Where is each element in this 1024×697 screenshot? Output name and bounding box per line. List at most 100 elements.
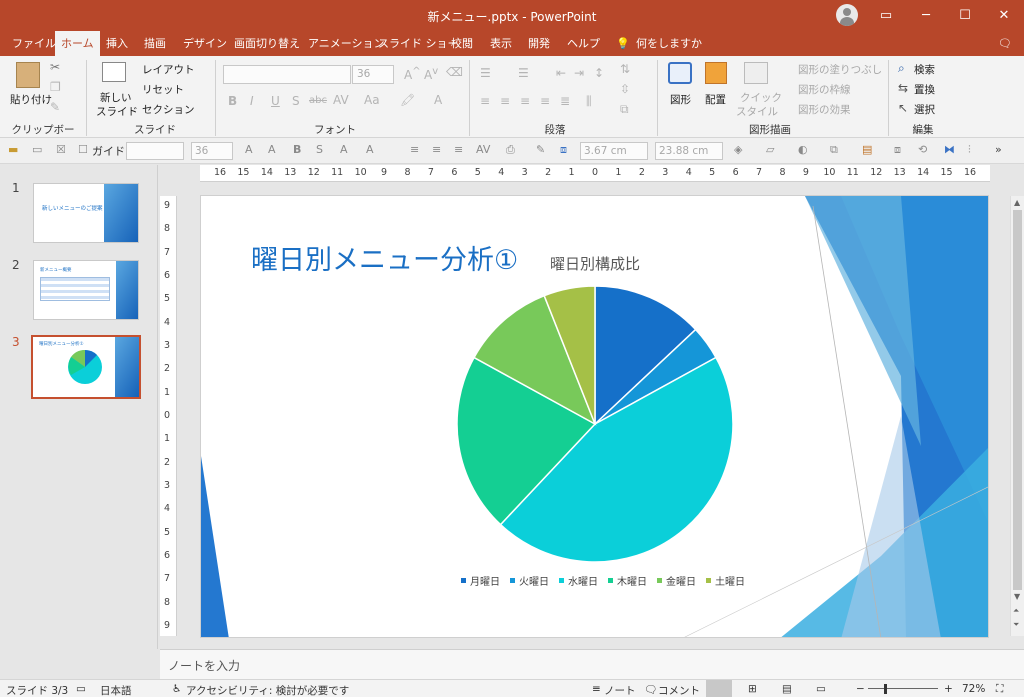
- align-center-icon[interactable]: ≡: [500, 94, 510, 108]
- scroll-up-icon[interactable]: ▲: [1014, 198, 1020, 207]
- prev-slide-icon[interactable]: ⏶: [1013, 606, 1019, 616]
- reading-view-icon[interactable]: ▤: [782, 683, 792, 695]
- layout-button[interactable]: レイアウト: [142, 62, 195, 77]
- slide-icon[interactable]: ▭: [32, 143, 42, 156]
- font-color-icon-2[interactable]: A: [340, 143, 348, 156]
- align-objects-icon[interactable]: ⫶: [968, 143, 971, 157]
- arrange-button[interactable]: 配置: [705, 92, 726, 107]
- zoom-slider-track[interactable]: [868, 688, 938, 689]
- highlight-icon[interactable]: 🖍: [400, 93, 415, 107]
- numbering-icon[interactable]: ☰: [518, 66, 529, 80]
- zoom-out-icon[interactable]: −: [856, 683, 865, 695]
- zoom-in-icon[interactable]: +: [944, 683, 953, 695]
- pie-chart[interactable]: [445, 274, 745, 574]
- chart-title[interactable]: 曜日別構成比: [550, 253, 640, 274]
- shrink-font-icon[interactable]: A: [268, 143, 276, 156]
- next-slide-icon[interactable]: ⏷: [1013, 620, 1019, 630]
- line-spacing-icon[interactable]: ↕: [594, 66, 604, 80]
- bullets-icon[interactable]: ☰: [480, 66, 491, 80]
- replace-button[interactable]: 置換: [914, 82, 935, 97]
- spellcheck-icon[interactable]: ▭: [76, 683, 86, 695]
- scroll-thumb[interactable]: [1013, 210, 1022, 590]
- tell-me-search[interactable]: 何をしますか: [630, 31, 708, 56]
- text-effect-icon[interactable]: A: [366, 143, 374, 156]
- shape-fill-button[interactable]: 図形の塗りつぶし: [798, 62, 882, 77]
- shape-effects-button[interactable]: 図形の効果: [798, 102, 851, 117]
- maximize-button[interactable]: ☐: [945, 0, 985, 31]
- paste-button[interactable]: 貼り付け: [10, 92, 52, 107]
- find-button[interactable]: 検索: [914, 62, 935, 77]
- tab-transitions[interactable]: 画面切り替え: [228, 31, 306, 56]
- font-name-select[interactable]: [223, 65, 351, 84]
- align-right-icon-2[interactable]: ≡: [454, 143, 463, 156]
- fill-icon-2[interactable]: ◈: [734, 143, 742, 156]
- flip-icon[interactable]: ⧓: [944, 143, 955, 156]
- bold-icon[interactable]: B: [228, 94, 237, 108]
- decrease-font-icon[interactable]: Av: [424, 66, 438, 82]
- align-center-icon-2[interactable]: ≡: [432, 143, 441, 156]
- slide-thumbnail-2[interactable]: 新メニュー概要: [33, 260, 139, 320]
- notes-button[interactable]: ノート: [604, 683, 636, 697]
- group-icon[interactable]: ⧈: [894, 143, 901, 157]
- align-left-icon[interactable]: ≡: [480, 94, 490, 108]
- slide-thumbnail-3[interactable]: 曜日別メニュー分析①: [31, 335, 141, 399]
- shape-height-field[interactable]: 3.67 cm: [580, 142, 648, 160]
- shapes-button[interactable]: 図形: [670, 92, 691, 107]
- comments-button[interactable]: コメント: [658, 683, 700, 697]
- more-icon[interactable]: »: [995, 143, 1002, 156]
- align-left-icon-2[interactable]: ≡: [410, 143, 419, 156]
- increase-font-icon[interactable]: A^: [404, 66, 421, 82]
- account-avatar[interactable]: [836, 4, 858, 26]
- close-button[interactable]: ✕: [984, 0, 1024, 31]
- tab-insert[interactable]: 挿入: [100, 31, 134, 56]
- char-spacing-icon[interactable]: AV: [333, 93, 349, 107]
- slide-title[interactable]: 曜日別メニュー分析①: [251, 238, 518, 277]
- fit-slide-icon[interactable]: ⛶: [996, 683, 1003, 696]
- bring-forward-icon[interactable]: ⧉: [830, 143, 838, 157]
- justify-icon[interactable]: ≡: [540, 94, 550, 108]
- effect-icon-2[interactable]: ◐: [798, 143, 808, 156]
- crop-icon[interactable]: ⧈: [560, 143, 567, 157]
- underline-icon[interactable]: U: [271, 94, 280, 108]
- language-indicator[interactable]: 日本語: [100, 683, 132, 697]
- minimize-button[interactable]: ─: [906, 0, 946, 31]
- text-direction-icon[interactable]: ⇅: [620, 62, 630, 76]
- ribbon-display-icon[interactable]: ▭: [866, 0, 906, 31]
- quick-styles-line2[interactable]: スタイル: [736, 104, 778, 119]
- select-button[interactable]: 選択: [914, 102, 935, 117]
- new-slide-button-line2[interactable]: スライド: [96, 104, 138, 119]
- tab-file[interactable]: ファイル: [6, 31, 62, 56]
- align-right-icon[interactable]: ≡: [520, 94, 530, 108]
- italic-icon[interactable]: I: [250, 94, 254, 108]
- change-case-icon[interactable]: Aa: [364, 93, 380, 107]
- notes-pane[interactable]: ノートを入力: [160, 649, 1024, 679]
- reset-button[interactable]: リセット: [142, 82, 184, 97]
- paint-icon[interactable]: ✎: [536, 143, 545, 156]
- scroll-down-icon[interactable]: ▼: [1014, 592, 1020, 601]
- tab-home[interactable]: ホーム: [55, 31, 100, 56]
- zoom-slider-thumb[interactable]: [884, 684, 887, 694]
- tab-draw[interactable]: 描画: [138, 31, 172, 56]
- delete-icon[interactable]: ☒: [56, 143, 66, 156]
- tab-review[interactable]: 校閲: [445, 31, 479, 56]
- shape-outline-button[interactable]: 図形の枠線: [798, 82, 851, 97]
- outline-icon-2[interactable]: ▱: [766, 143, 774, 156]
- slide-sorter-icon[interactable]: ⊞: [748, 683, 757, 695]
- format-painter-icon[interactable]: ✎: [50, 100, 60, 114]
- cut-icon[interactable]: ✂: [50, 60, 60, 74]
- vertical-scrollbar[interactable]: ▲ ▼ ⏶ ⏷: [1010, 196, 1024, 636]
- tab-view[interactable]: 表示: [484, 31, 518, 56]
- shadow-icon-2[interactable]: S: [316, 143, 323, 156]
- font-size-select[interactable]: 36: [352, 65, 394, 84]
- font-select-2[interactable]: [126, 142, 184, 160]
- section-button[interactable]: セクション: [142, 102, 195, 117]
- comment-icon[interactable]: 🗨: [992, 31, 1018, 56]
- quick-styles-line1[interactable]: クイック: [740, 90, 782, 105]
- bold-icon-2[interactable]: B: [293, 143, 301, 156]
- order-icon[interactable]: ▤: [862, 143, 872, 156]
- strikethrough-icon[interactable]: abc: [309, 95, 327, 106]
- rotate-icon[interactable]: ⟲: [918, 143, 927, 156]
- zoom-level[interactable]: 72%: [962, 683, 985, 695]
- new-slide-button-line1[interactable]: 新しい: [100, 90, 132, 105]
- decrease-indent-icon[interactable]: ⇤: [556, 66, 566, 80]
